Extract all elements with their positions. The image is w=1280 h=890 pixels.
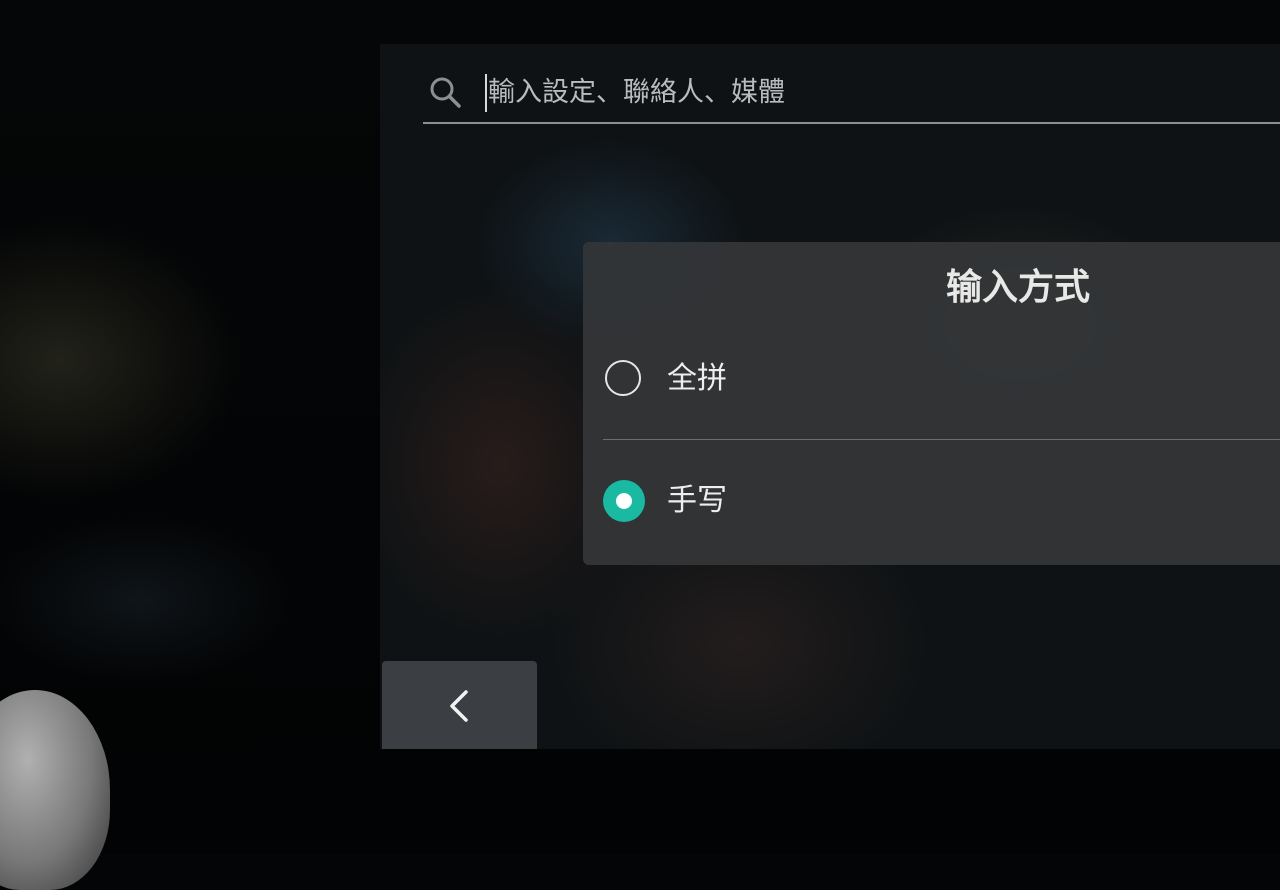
radio-selected-icon[interactable]: [603, 480, 645, 522]
search-bar[interactable]: 輸入設定、聯絡人、媒體: [423, 64, 1280, 124]
dialog-title: 输入方式: [945, 267, 1090, 308]
infotainment-screen: 輸入設定、聯絡人、媒體 输入方式 全拼 手写: [380, 44, 1280, 749]
input-method-dialog: 输入方式 全拼 手写: [583, 242, 1280, 565]
option-label: 全拼: [667, 361, 727, 396]
radio-unselected-icon[interactable]: [605, 360, 641, 396]
input-method-option-handwriting[interactable]: 手写: [583, 452, 1280, 552]
chevron-left-icon: [450, 690, 468, 722]
input-method-option-pinyin[interactable]: 全拼: [583, 330, 1280, 430]
back-button[interactable]: [382, 661, 537, 749]
option-divider: [603, 439, 1280, 440]
search-icon: [430, 77, 461, 108]
text-cursor: [485, 74, 487, 112]
search-input[interactable]: 輸入設定、聯絡人、媒體: [488, 74, 785, 112]
option-label: 手写: [667, 483, 727, 518]
